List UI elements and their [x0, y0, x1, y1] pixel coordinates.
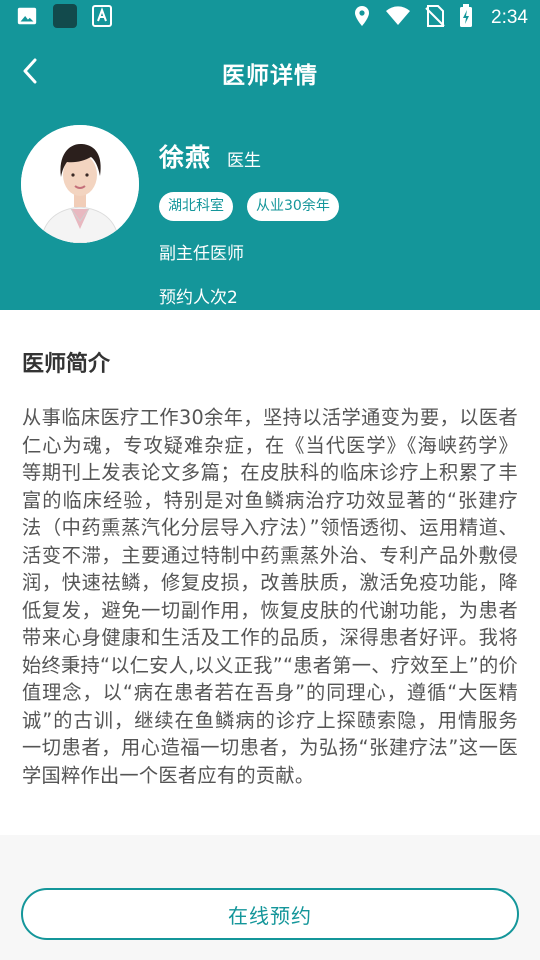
intro-text: 从事临床医疗工作30余年，坚持以活学通变为要，以医者仁心为魂，专攻疑难杂症，在《…: [22, 406, 518, 787]
intro-heading: 医师简介: [22, 352, 111, 377]
department-tag: 湖北科室: [159, 192, 233, 221]
book-online-button[interactable]: 在线预约: [21, 888, 519, 940]
back-button[interactable]: [16, 54, 44, 88]
status-bar: 2:34: [0, 0, 540, 36]
font-icon: [92, 5, 112, 31]
doctor-portrait-icon: [21, 125, 139, 243]
app-square-icon: [52, 3, 78, 33]
doctor-profile: 徐燕 医生 湖北科室 从业30余年 副主任医师 预约人次2: [0, 110, 540, 310]
wifi-icon: [385, 6, 411, 30]
intro-section: 医师简介 从事临床医疗工作30余年，坚持以活学通变为要，以医者仁心为魂，专攻疑难…: [0, 310, 540, 835]
page-title: 医师详情: [222, 63, 318, 89]
appointment-count: 预约人次2: [159, 288, 238, 308]
doctor-tags: 湖北科室 从业30余年: [159, 192, 339, 221]
status-time: 2:34: [491, 7, 528, 28]
battery-icon: [459, 4, 473, 32]
location-icon: [353, 5, 371, 31]
header-bar: 医师详情: [0, 36, 540, 110]
doctor-title: 副主任医师: [159, 244, 244, 264]
doctor-name: 徐燕: [159, 143, 212, 172]
bottom-bar: 在线预约: [0, 835, 540, 960]
doctor-role: 医生: [227, 151, 262, 171]
avatar: [21, 125, 139, 243]
image-icon: [16, 5, 38, 31]
doctor-info: 徐燕 医生 湖北科室 从业30余年 副主任医师 预约人次2: [159, 138, 339, 308]
experience-tag: 从业30余年: [247, 192, 339, 221]
top-section: 2:34 医师详情 徐燕 医生 湖北科室 从业30余年 副主任医师 预约人次2: [0, 0, 540, 310]
no-sim-icon: [425, 5, 445, 31]
chevron-left-icon: [23, 58, 37, 84]
